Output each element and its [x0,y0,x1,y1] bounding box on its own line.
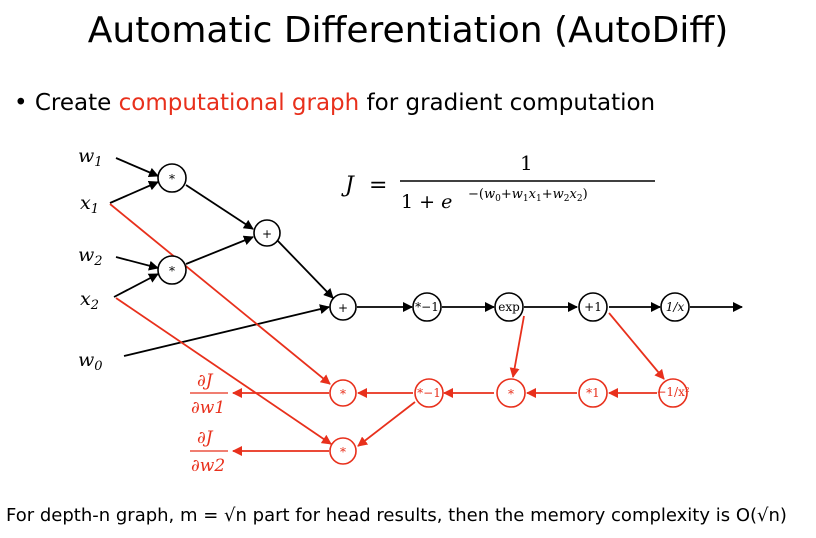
svg-text:∂J: ∂J [197,428,214,448]
input-w1: w1 [78,145,103,170]
svg-text:∂w1: ∂w1 [191,398,225,418]
svg-text:−1/x²: −1/x² [656,385,690,399]
node-neg: *−1 [412,292,442,322]
node-back-mul-1: * [329,379,357,407]
svg-text:=: = [369,173,387,198]
svg-text:1 + e: 1 + e [401,191,452,213]
svg-text:*: * [169,264,175,278]
node-exp: exp [494,292,524,322]
svg-text:∂J: ∂J [197,371,214,391]
svg-text:*1: *1 [586,386,600,400]
footer-text: For depth-n graph, m = √n part for head … [6,505,787,526]
formula: J = 1 1 + e −(w0+w1x1+w2x2) [341,151,655,213]
node-back-neg-inverse-square: −1/x² [656,378,690,408]
node-back-times-one: *1 [578,378,608,408]
gradient-dw1: ∂J ∂w1 [190,371,228,418]
node-add-1: + [253,219,281,247]
svg-text:*: * [169,172,175,186]
svg-text:∂w2: ∂w2 [191,456,225,476]
svg-text:−(w0+w1x1+w2x2): −(w0+w1x1+w2x2) [468,187,588,204]
input-x2: x2 [80,288,99,313]
svg-text:J: J [341,173,355,198]
gradient-dw2: ∂J ∂w2 [190,428,228,476]
svg-text:exp: exp [498,300,520,314]
node-plus-one: +1 [578,292,608,322]
computational-graph: w1 x1 w2 x2 w0 J = 1 1 + e −(w0+w1x1+w2x… [78,145,743,476]
input-w2: w2 [78,244,103,269]
node-mul-1: * [157,163,187,193]
svg-text:*: * [340,387,346,401]
svg-text:*−1: *−1 [415,300,439,314]
node-back-mul-3: * [496,378,526,408]
node-mul-2: * [157,255,187,285]
node-reciprocal: 1/x [660,292,690,322]
input-x1: x1 [80,192,99,217]
input-w0: w0 [78,349,103,374]
svg-text:*: * [340,445,346,459]
svg-text:*: * [508,387,514,401]
svg-text:1/x: 1/x [666,300,685,314]
node-back-mul-2: * [329,437,357,465]
svg-text:1: 1 [520,151,533,175]
svg-text:+: + [338,301,348,315]
node-back-neg: *−1 [414,378,444,408]
node-add-2: + [329,293,357,321]
svg-text:*−1: *−1 [417,386,441,400]
svg-text:+: + [262,227,272,241]
svg-text:+1: +1 [584,300,602,314]
